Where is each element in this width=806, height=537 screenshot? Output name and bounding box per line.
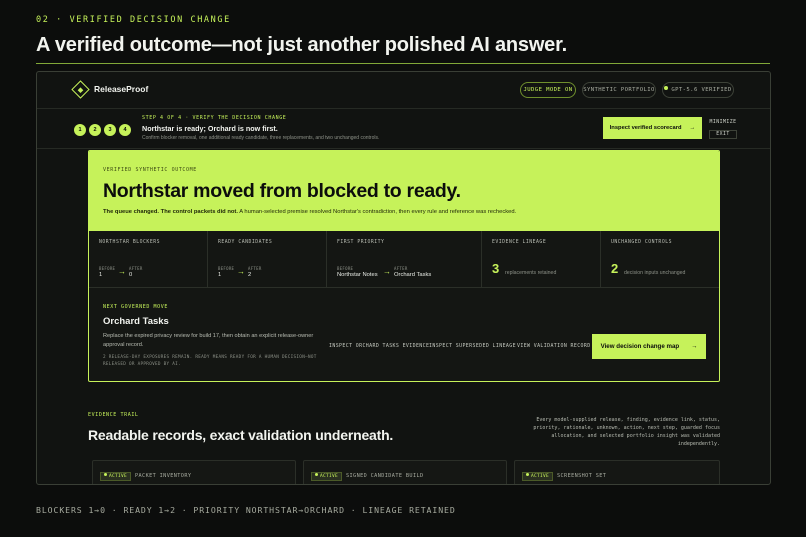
status-dot-icon xyxy=(526,473,529,476)
next-move-description: Replace the expired privacy review for b… xyxy=(103,333,314,348)
arrow-right-icon: → xyxy=(118,267,126,276)
step-4-dot[interactable]: 4 xyxy=(119,124,131,136)
evidence-tile[interactable]: ACTIVE SIGNED CANDIDATE BUILD xyxy=(303,460,507,484)
before-value: Northstar Notes xyxy=(337,272,378,278)
next-move-note: 2 RELEASE-DAY EXPOSURES REMAIN. READY ME… xyxy=(103,355,317,367)
status-badge: ACTIVE xyxy=(311,472,343,481)
evidence-tile[interactable]: ACTIVE PACKET INVENTORY xyxy=(92,460,296,484)
evidence-tile-name: SIGNED CANDIDATE BUILD xyxy=(346,473,424,479)
step-description: Confirm blocker removal, one additional … xyxy=(142,135,380,141)
status-badge-label: ACTIVE xyxy=(320,474,339,479)
before-label: BEFORE xyxy=(99,266,116,271)
next-move-panel: NEXT GOVERNED MOVE Orchard Tasks Replace… xyxy=(89,288,719,381)
metric-ready: READY CANDIDATES BEFORE 1 → AFTER 2 xyxy=(208,231,327,288)
step-label: STEP 4 OF 4 · VERIFY THE DECISION CHANGE xyxy=(142,115,287,121)
step-title: Northstar is ready; Orchard is now first… xyxy=(142,124,278,133)
page-headline: A verified outcome—not just another poli… xyxy=(36,34,567,56)
inspect-orchard-evidence-link[interactable]: INSPECT ORCHARD TASKS EVIDENCE xyxy=(329,343,429,349)
evidence-trail-description: Every model-supplied release, finding, e… xyxy=(533,417,720,447)
lineage-value: 3 xyxy=(492,261,500,276)
app-topbar: ReleaseProof JUDGE MODE ON SYNTHETIC POR… xyxy=(37,72,770,109)
status-badge: ACTIVE xyxy=(522,472,554,481)
outcome-subtitle-text: A human-selected premise resolved Norths… xyxy=(239,209,517,215)
minimize-button[interactable]: MINIMIZE xyxy=(709,120,737,125)
outcome-title: Northstar moved from blocked to ready. xyxy=(103,180,461,202)
after-label: AFTER xyxy=(394,266,408,271)
step-3-dot[interactable]: 3 xyxy=(104,124,116,136)
headline-divider xyxy=(36,63,770,64)
inspect-scorecard-label: Inspect verified scorecard xyxy=(609,125,682,131)
model-verified-label: GPT-5.6 VERIFIED xyxy=(671,87,732,93)
before-label: BEFORE xyxy=(218,266,235,271)
after-label: AFTER xyxy=(248,266,262,271)
inspect-scorecard-button[interactable]: Inspect verified scorecard → xyxy=(603,117,702,139)
section-kicker: 02 · VERIFIED DECISION CHANGE xyxy=(36,15,231,25)
metric-blockers: NORTHSTAR BLOCKERS BEFORE 1 → AFTER 0 xyxy=(89,231,208,288)
judge-mode-pill[interactable]: JUDGE MODE ON xyxy=(520,82,576,98)
status-dot-icon xyxy=(104,473,107,476)
metric-priority: FIRST PRIORITY BEFORE Northstar Notes → … xyxy=(327,231,482,288)
after-value: 2 xyxy=(248,272,252,278)
after-value: 0 xyxy=(129,272,133,278)
exit-button[interactable]: EXIT xyxy=(709,130,737,139)
model-verified-pill[interactable]: GPT-5.6 VERIFIED xyxy=(662,82,734,98)
arrow-right-icon: → xyxy=(689,125,696,131)
status-badge-label: ACTIVE xyxy=(531,474,550,479)
evidence-tile-name: PACKET INVENTORY xyxy=(135,473,192,479)
synthetic-portfolio-pill[interactable]: SYNTHETIC PORTFOLIO xyxy=(582,82,656,98)
view-decision-map-label: View decision change map xyxy=(600,343,680,350)
controls-value: 2 xyxy=(611,261,619,276)
arrow-right-icon: → xyxy=(237,267,245,276)
metric-label: UNCHANGED CONTROLS xyxy=(611,240,672,245)
lineage-caption: replacements retained xyxy=(505,270,557,276)
status-dot-icon xyxy=(664,86,669,90)
evidence-tile-name: SCREENSHOT SET xyxy=(557,473,607,479)
metric-label: READY CANDIDATES xyxy=(218,240,273,245)
status-badge: ACTIVE xyxy=(100,472,132,481)
status-dot-icon xyxy=(315,473,318,476)
stepper-bar: 1 2 3 4 STEP 4 OF 4 · VERIFY THE DECISIO… xyxy=(37,109,770,149)
outcome-subtitle-bold: The queue changed. The control packets d… xyxy=(103,209,238,215)
after-value: Orchard Tasks xyxy=(394,272,432,278)
metric-label: NORTHSTAR BLOCKERS xyxy=(99,240,160,245)
outcome-hero: VERIFIED SYNTHETIC OUTCOME Northstar mov… xyxy=(89,151,719,231)
metrics-row: NORTHSTAR BLOCKERS BEFORE 1 → AFTER 0 RE… xyxy=(89,231,719,288)
arrow-right-icon: → xyxy=(691,343,698,350)
app-window: ReleaseProof JUDGE MODE ON SYNTHETIC POR… xyxy=(36,71,771,485)
after-label: AFTER xyxy=(129,266,143,271)
before-value: 1 xyxy=(99,272,103,278)
view-decision-map-button[interactable]: View decision change map → xyxy=(592,334,706,359)
controls-caption: decision inputs unchanged xyxy=(624,270,686,276)
evidence-tile[interactable]: ACTIVE SCREENSHOT SET xyxy=(514,460,720,484)
outcome-kicker: VERIFIED SYNTHETIC OUTCOME xyxy=(103,167,197,173)
metric-controls: UNCHANGED CONTROLS 2 decision inputs unc… xyxy=(601,231,719,288)
outcome-card: VERIFIED SYNTHETIC OUTCOME Northstar mov… xyxy=(88,150,720,382)
metric-lineage: EVIDENCE LINEAGE 3 replacements retained xyxy=(482,231,601,288)
metric-label: EVIDENCE LINEAGE xyxy=(492,240,547,245)
outcome-subtitle: The queue changed. The control packets d… xyxy=(103,209,516,215)
step-2-dot[interactable]: 2 xyxy=(89,124,101,136)
before-label: BEFORE xyxy=(337,266,354,271)
evidence-trail-label: EVIDENCE TRAIL xyxy=(88,412,139,418)
app-logo-text[interactable]: ReleaseProof xyxy=(94,84,148,94)
inspect-superseded-lineage-link[interactable]: INSPECT SUPERSEDED LINEAGE xyxy=(429,343,516,349)
next-move-title: Orchard Tasks xyxy=(103,316,169,327)
arrow-right-icon: → xyxy=(383,267,391,276)
metric-label: FIRST PRIORITY xyxy=(337,240,385,245)
step-1-dot[interactable]: 1 xyxy=(74,124,86,136)
before-value: 1 xyxy=(218,272,222,278)
status-badge-label: ACTIVE xyxy=(109,474,128,479)
next-move-label: NEXT GOVERNED MOVE xyxy=(103,304,168,310)
footer-summary: BLOCKERS 1→0 · READY 1→2 · PRIORITY NORT… xyxy=(36,505,456,515)
evidence-trail-title: Readable records, exact validation under… xyxy=(88,427,394,443)
view-validation-record-link[interactable]: VIEW VALIDATION RECORD xyxy=(517,343,591,349)
diamond-logo-icon xyxy=(71,80,90,99)
